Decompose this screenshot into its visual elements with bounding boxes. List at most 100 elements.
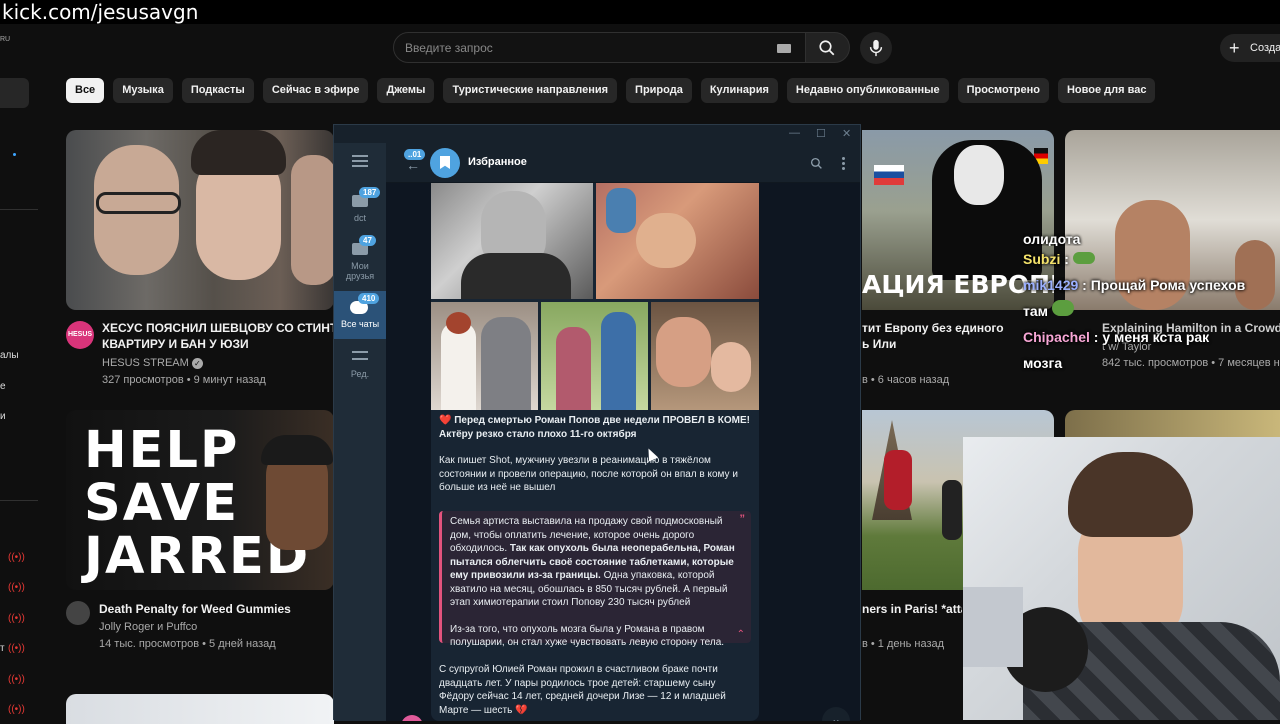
- video-thumbnail[interactable]: [1065, 410, 1280, 440]
- sidebar-fragment[interactable]: алы: [0, 350, 19, 361]
- sidebar-fragment[interactable]: т: [0, 643, 5, 654]
- chat-line: Subzi :: [1023, 246, 1280, 272]
- chip-watched[interactable]: Просмотрено: [957, 78, 1049, 103]
- quote-mark-icon: ”: [739, 513, 746, 525]
- video-title-line: тит Европу без единого: [862, 321, 1004, 335]
- telegram-folders-sidebar: 187 dct 47 Мои друзья 410 Все чаты Ред.: [334, 143, 386, 721]
- quote-paragraph: Из-за того, что опухоль мозга была у Ром…: [450, 623, 725, 649]
- live-icon[interactable]: ((•)): [8, 643, 25, 654]
- video-thumbnail[interactable]: HELP SAVE JARRED: [66, 410, 334, 590]
- bookmark-icon: [440, 156, 450, 169]
- keyboard-icon[interactable]: [777, 44, 791, 53]
- search-icon: [819, 40, 835, 56]
- video-title[interactable]: ХЕСУС ПОЯСНИЛ ШЕВЦОВУ СО СТИНТО КВАРТИРУ…: [102, 320, 334, 352]
- chat-messages-area: ❤️ Перед смертью Роман Попов две недели …: [386, 183, 860, 721]
- message-paragraph: С супругой Юлией Роман прожил в счастлив…: [439, 664, 726, 716]
- message-photo[interactable]: [541, 302, 648, 410]
- chip-travel[interactable]: Туристические направления: [443, 78, 618, 103]
- menu-icon[interactable]: [352, 155, 368, 167]
- chip-nature[interactable]: Природа: [626, 78, 692, 103]
- photo-groom: [481, 317, 531, 410]
- folder-label: Мои: [351, 261, 369, 271]
- video-title[interactable]: ners in Paris! *attac: [862, 601, 962, 617]
- live-icon[interactable]: ((•)): [8, 613, 25, 624]
- chip-podcasts[interactable]: Подкасты: [181, 78, 254, 103]
- folder-dct[interactable]: 187 dct: [334, 187, 386, 223]
- live-icon[interactable]: ((•)): [8, 674, 25, 685]
- folder-label: Все чаты: [340, 319, 380, 329]
- chat-text: : у меня кста рак: [1093, 329, 1210, 345]
- channel-avatar[interactable]: HESUS: [66, 321, 94, 349]
- search-button[interactable]: [805, 32, 850, 63]
- unread-badge: 187: [359, 187, 381, 198]
- chip-cooking[interactable]: Кулинария: [700, 78, 778, 103]
- background-object: [963, 587, 1023, 667]
- thumbnail-cap: [261, 435, 333, 465]
- video-thumbnail[interactable]: [66, 130, 334, 310]
- photo-face: [711, 342, 751, 392]
- message-photo[interactable]: [651, 302, 759, 410]
- create-button[interactable]: + Созда: [1220, 34, 1280, 62]
- sidebar-divider: [0, 209, 38, 210]
- live-icon[interactable]: ((•)): [8, 704, 25, 715]
- sidebar-fragment[interactable]: и: [0, 411, 6, 422]
- photo-face: [656, 317, 711, 387]
- notification-dot: [13, 153, 16, 156]
- folder-edit[interactable]: Ред.: [334, 347, 386, 379]
- thumbnail-hair: [191, 130, 286, 175]
- saved-messages-avatar[interactable]: [430, 148, 460, 178]
- search-input[interactable]: [405, 41, 765, 55]
- video-title[interactable]: тит Европу без единого ь Или: [862, 320, 1007, 352]
- chip-music[interactable]: Музыка: [113, 78, 173, 103]
- collapse-quote-icon[interactable]: ⌃: [737, 628, 745, 642]
- minimize-icon[interactable]: —: [789, 127, 800, 139]
- live-icon[interactable]: ((•)): [8, 582, 25, 593]
- chat-text: : Прощай Рома успехов: [1082, 277, 1246, 293]
- chip-new-for-you[interactable]: Новое для вас: [1057, 78, 1156, 103]
- sliders-icon: [334, 347, 386, 369]
- folder-label: Ред.: [350, 369, 370, 379]
- close-icon[interactable]: ✕: [842, 127, 851, 140]
- window-titlebar: — ☐ ✕: [334, 125, 860, 143]
- photo-shirt: [461, 253, 571, 299]
- video-title[interactable]: Death Penalty for Weed Gummies: [99, 601, 291, 617]
- chip-jams[interactable]: Джемы: [377, 78, 435, 103]
- mask-shape: [954, 145, 1004, 205]
- maximize-icon[interactable]: ☐: [816, 127, 826, 140]
- message-photo[interactable]: [431, 183, 593, 299]
- streamer-webcam: [963, 437, 1280, 720]
- channel-name[interactable]: HESUS STREAM ✓: [102, 355, 203, 371]
- chat-line: там: [1023, 298, 1280, 324]
- chip-recent[interactable]: Недавно опубликованные: [786, 78, 949, 103]
- chat-text: там: [1023, 303, 1048, 319]
- photo-child: [601, 312, 636, 410]
- message-photo[interactable]: [596, 183, 759, 299]
- channel-name[interactable]: Jolly Roger и Puffco: [99, 619, 197, 635]
- unread-badge: 410: [358, 293, 380, 304]
- sidebar-divider: [0, 500, 38, 501]
- message-bubble[interactable]: ❤️ Перед смертью Роман Попов две недели …: [431, 183, 759, 721]
- sidebar-fragment[interactable]: е: [0, 381, 6, 392]
- message-photo[interactable]: [431, 302, 538, 410]
- folder-my-friends[interactable]: 47 Мои друзья: [334, 235, 386, 281]
- voice-search-button[interactable]: [860, 32, 892, 64]
- folder-all-chats[interactable]: 410 Все чаты: [334, 291, 386, 339]
- chip-all[interactable]: Все: [66, 78, 105, 103]
- chat-header: ← ..01 Избранное: [386, 143, 860, 183]
- category-chips: Все Музыка Подкасты Сейчас в эфире Джемы…: [66, 78, 1156, 103]
- sender-avatar[interactable]: [401, 715, 423, 721]
- search-icon[interactable]: [810, 157, 823, 170]
- more-options-icon[interactable]: [842, 157, 845, 170]
- glasses-shape: [96, 192, 181, 214]
- streamer-hair: [1068, 452, 1193, 537]
- scroll-down-button[interactable]: ⌄: [822, 707, 850, 721]
- sidebar-item-home[interactable]: [0, 78, 29, 108]
- chat-username: Subzi: [1023, 251, 1061, 267]
- pepe-emote-icon: [1072, 252, 1095, 264]
- channel-avatar[interactable]: [66, 601, 90, 625]
- unread-badge: 47: [359, 235, 376, 246]
- chat-title[interactable]: Избранное: [468, 156, 527, 168]
- chip-live[interactable]: Сейчас в эфире: [262, 78, 369, 103]
- live-icon[interactable]: ((•)): [8, 552, 25, 563]
- search-box[interactable]: [393, 32, 806, 63]
